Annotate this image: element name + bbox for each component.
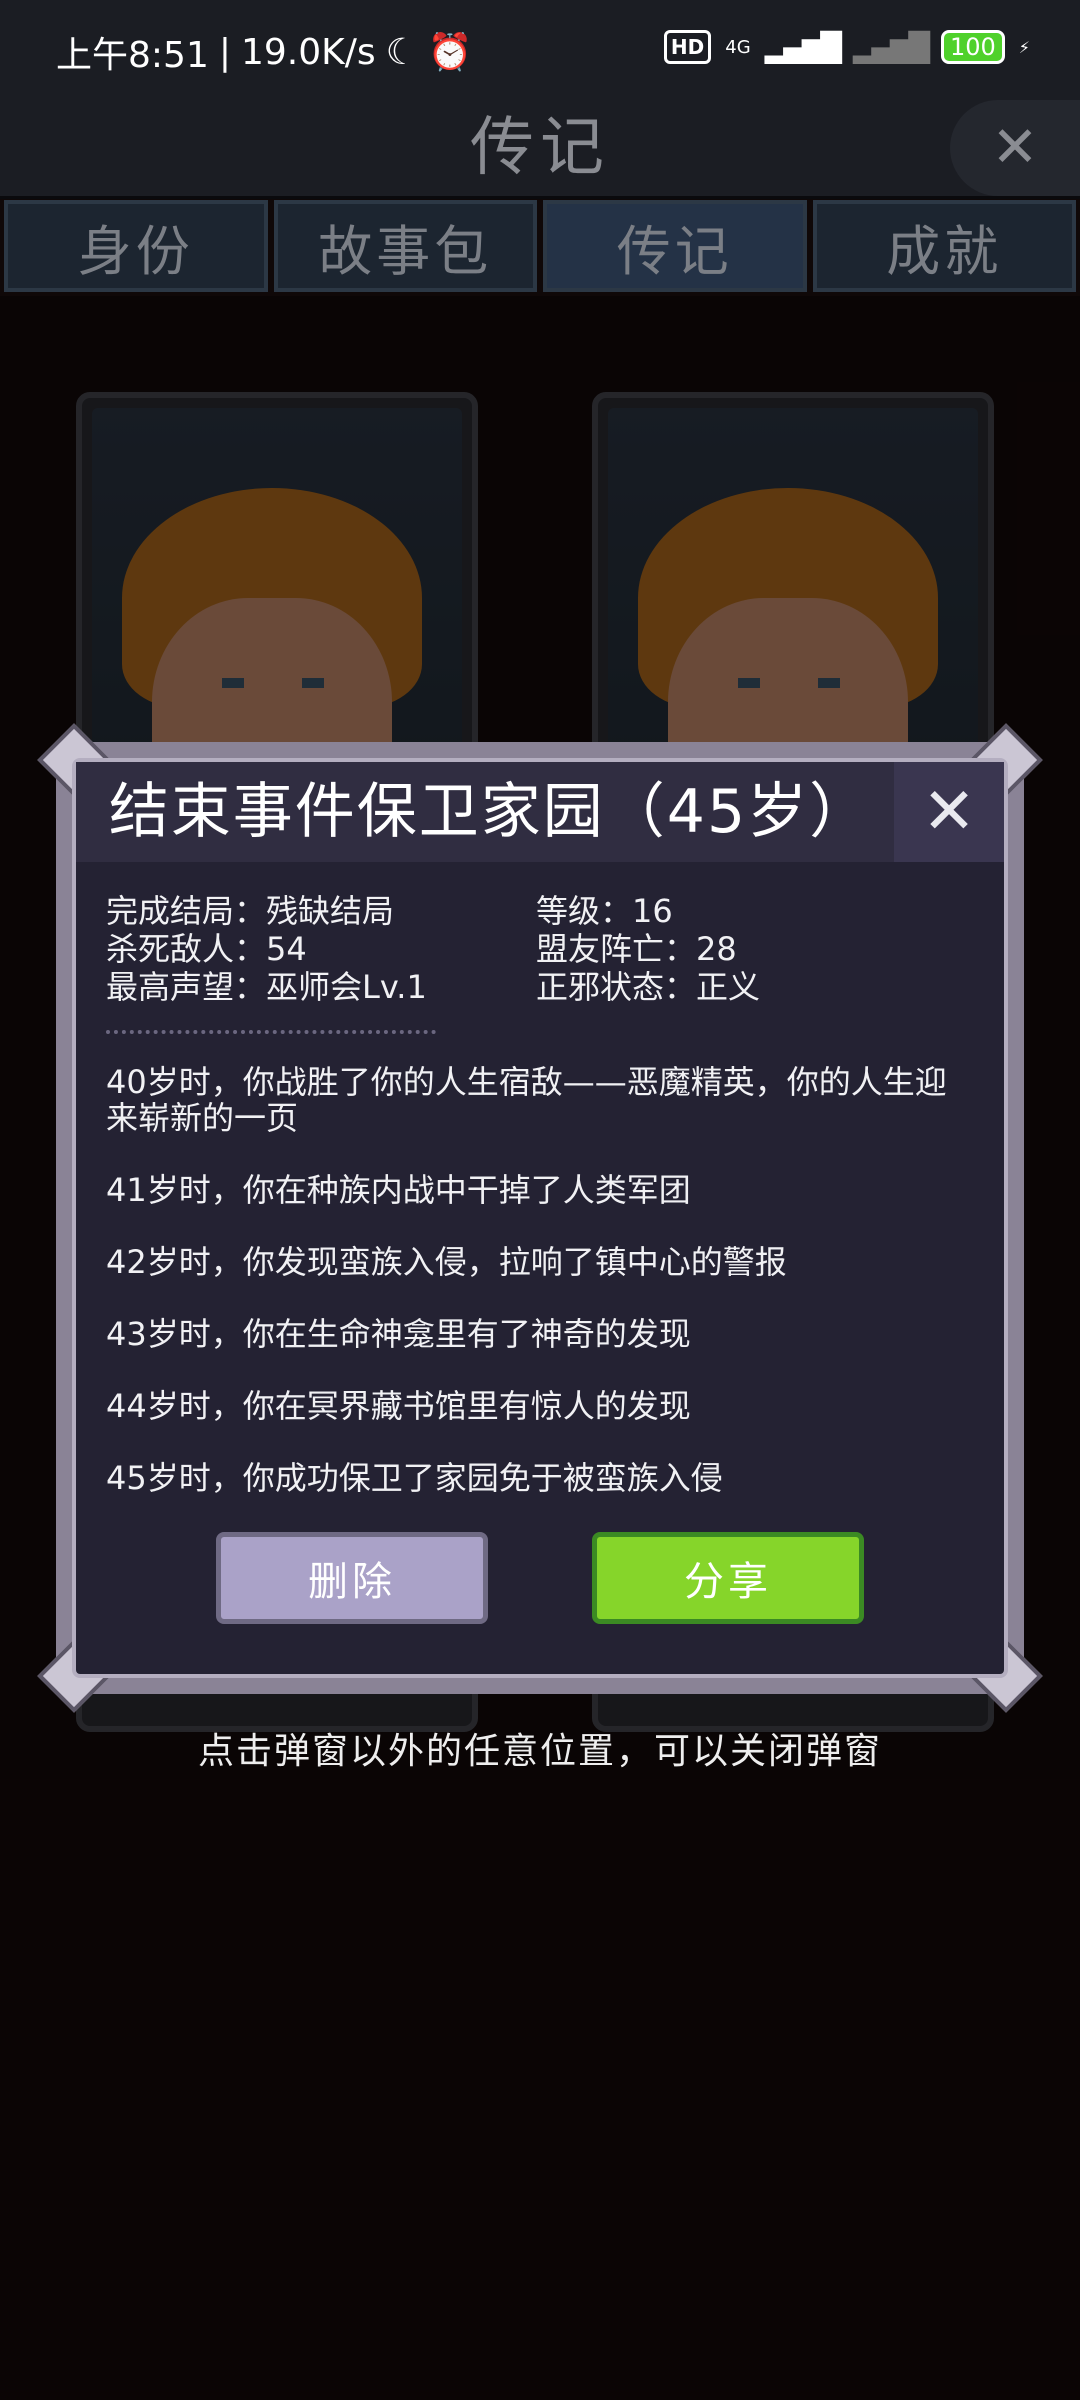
level-stat: 等级：16	[536, 892, 673, 930]
tab-story-pack[interactable]: 故事包	[273, 200, 537, 292]
event-list[interactable]: 40岁时，你战胜了你的人生宿敌——恶魔精英，你的人生迎来崭新的一页 41岁时，你…	[106, 1064, 976, 1532]
list-item: 45岁时，你成功保卫了家园免于被蛮族入侵	[106, 1459, 723, 1497]
delete-button[interactable]: 删除	[216, 1532, 488, 1624]
status-time: 上午8:51	[56, 35, 209, 76]
app-header: 传记 ✕	[0, 100, 1080, 199]
status-bar: 上午8:51 | 19.0K/s ☾ ⏰ HD 4G ▂▄▆█ ▂▄▆█ 100…	[0, 0, 1080, 100]
list-item: 40岁时，你战胜了你的人生宿敌——恶魔精英，你的人生迎来崭新的一页	[106, 1063, 947, 1137]
fame-stat: 最高声望：巫师会Lv.1	[106, 968, 427, 1006]
battery-indicator: 100	[940, 30, 1005, 64]
status-right: HD 4G ▂▄▆█ ▂▄▆█ 100 ⚡	[663, 30, 1030, 64]
signal-icon: ▂▄▆█	[764, 30, 842, 64]
biography-modal: 结束事件保卫家园（45岁） ✕ 完成结局：残缺结局 等级：16 杀死敌人：54 …	[37, 723, 1043, 1713]
list-item: 41岁时，你在种族内战中干掉了人类军团	[106, 1171, 691, 1209]
network-speed: 19.0K/s	[240, 31, 376, 73]
charging-icon: ⚡	[1018, 37, 1030, 57]
tab-identity[interactable]: 身份	[4, 200, 268, 292]
tab-biography[interactable]: 传记	[543, 200, 807, 292]
kills-stat: 杀死敌人：54	[106, 930, 307, 968]
share-button[interactable]: 分享	[592, 1532, 864, 1624]
alarm-icon: ⏰	[427, 32, 473, 73]
allies-lost-stat: 盟友阵亡：28	[536, 930, 737, 968]
network-type: 4G	[725, 36, 751, 58]
modal-title: 结束事件保卫家园（45岁）	[108, 777, 872, 847]
modal-header: 结束事件保卫家园（45岁） ✕	[76, 762, 1004, 862]
close-icon[interactable]: ✕	[950, 100, 1080, 196]
signal-icon-2: ▂▄▆█	[852, 30, 930, 64]
tab-achievements[interactable]: 成就	[812, 200, 1076, 292]
status-left: 上午8:51 | 19.0K/s ☾ ⏰	[56, 26, 473, 78]
close-icon[interactable]: ✕	[894, 762, 1004, 862]
close-hint: 点击弹窗以外的任意位置，可以关闭弹窗	[197, 1731, 882, 1772]
list-item: 43岁时，你在生命神龛里有了神奇的发现	[106, 1315, 691, 1353]
stats-panel: 完成结局：残缺结局 等级：16 杀死敌人：54 盟友阵亡：28 最高声望：巫师会…	[106, 892, 986, 1006]
list-item: 44岁时，你在冥界藏书馆里有惊人的发现	[106, 1387, 691, 1425]
moon-icon: ☾	[385, 31, 418, 73]
list-item: 42岁时，你发现蛮族入侵，拉响了镇中心的警报	[106, 1243, 787, 1281]
ending-stat: 完成结局：残缺结局	[106, 892, 395, 930]
tab-bar: 身份 故事包 传记 成就	[0, 200, 1080, 296]
scroll-cut-line	[106, 1030, 436, 1038]
page-title: 传记	[470, 111, 610, 185]
alignment-stat: 正邪状态：正义	[536, 968, 761, 1006]
hd-icon: HD	[663, 30, 712, 64]
